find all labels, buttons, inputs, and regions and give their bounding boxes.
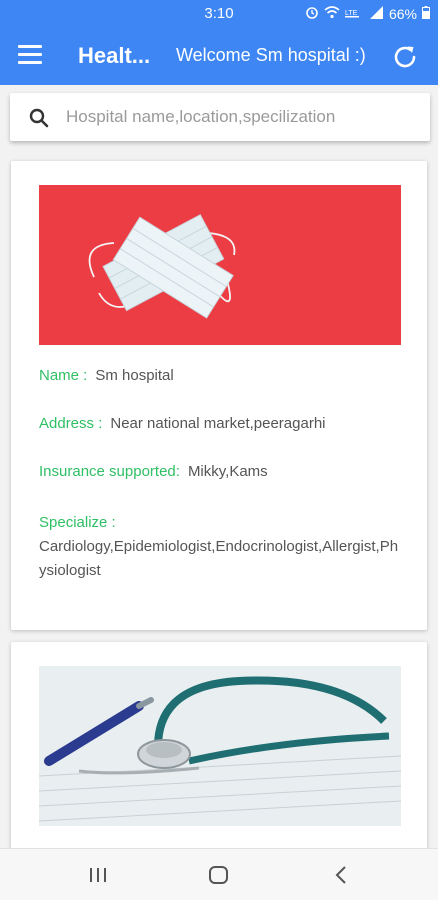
svg-text:LTE: LTE [345,10,358,17]
app-title: Healt... [78,43,151,68]
hospital-specialize-row: Specialize : Cardiology,Epidemiologist,E… [39,511,401,583]
system-nav-bar [0,848,438,900]
specialize-label: Specialize : [39,514,116,531]
hospital-insurance: Mikky,Kams [187,463,268,480]
hospital-name: Sm hospital [95,367,174,384]
refresh-icon[interactable] [390,42,420,72]
home-icon[interactable] [207,863,231,887]
wifi-icon [324,5,340,22]
hospital-address-row: Address : Near national market,peeragarhi [39,415,326,432]
app-bar: Healt... Welcome Sm hospital :) [0,28,438,85]
welcome-text: Welcome Sm hospital :) [176,45,366,65]
search-area [0,85,438,153]
back-icon[interactable] [330,863,354,887]
hospital-insurance-row: Insurance supported: Mikky,Kams [39,463,268,480]
hospital-address: Near national market,peeragarhi [110,415,326,432]
insurance-label: Insurance supported: [39,463,180,480]
alarm-icon [305,5,319,22]
name-label: Name : [39,367,88,384]
signal-icon [369,5,384,22]
search-input[interactable] [66,101,416,133]
hospital-card[interactable] [11,642,427,872]
lte-icon: LTE [344,6,365,22]
hospital-card[interactable]: Name : Sm hospital Address : Near national… [11,161,427,630]
battery-icon [422,5,430,22]
status-icons: LTE 66% [305,5,430,22]
status-bar: 3:10 LTE 66% [0,0,438,28]
battery-percent: 66% [388,5,417,22]
hospital-name-row: Name : Sm hospital [39,367,174,384]
hospital-image-stethoscope [39,666,401,826]
hamburger-menu-icon[interactable] [18,45,42,67]
address-label: Address : [39,415,103,432]
search-bar [10,93,430,141]
search-icon[interactable] [28,107,50,129]
recents-icon[interactable] [86,863,110,887]
hospital-image-bandage [39,185,401,345]
hospital-specialize: Cardiology,Epidemiologist,Endocrinologis… [39,538,399,579]
